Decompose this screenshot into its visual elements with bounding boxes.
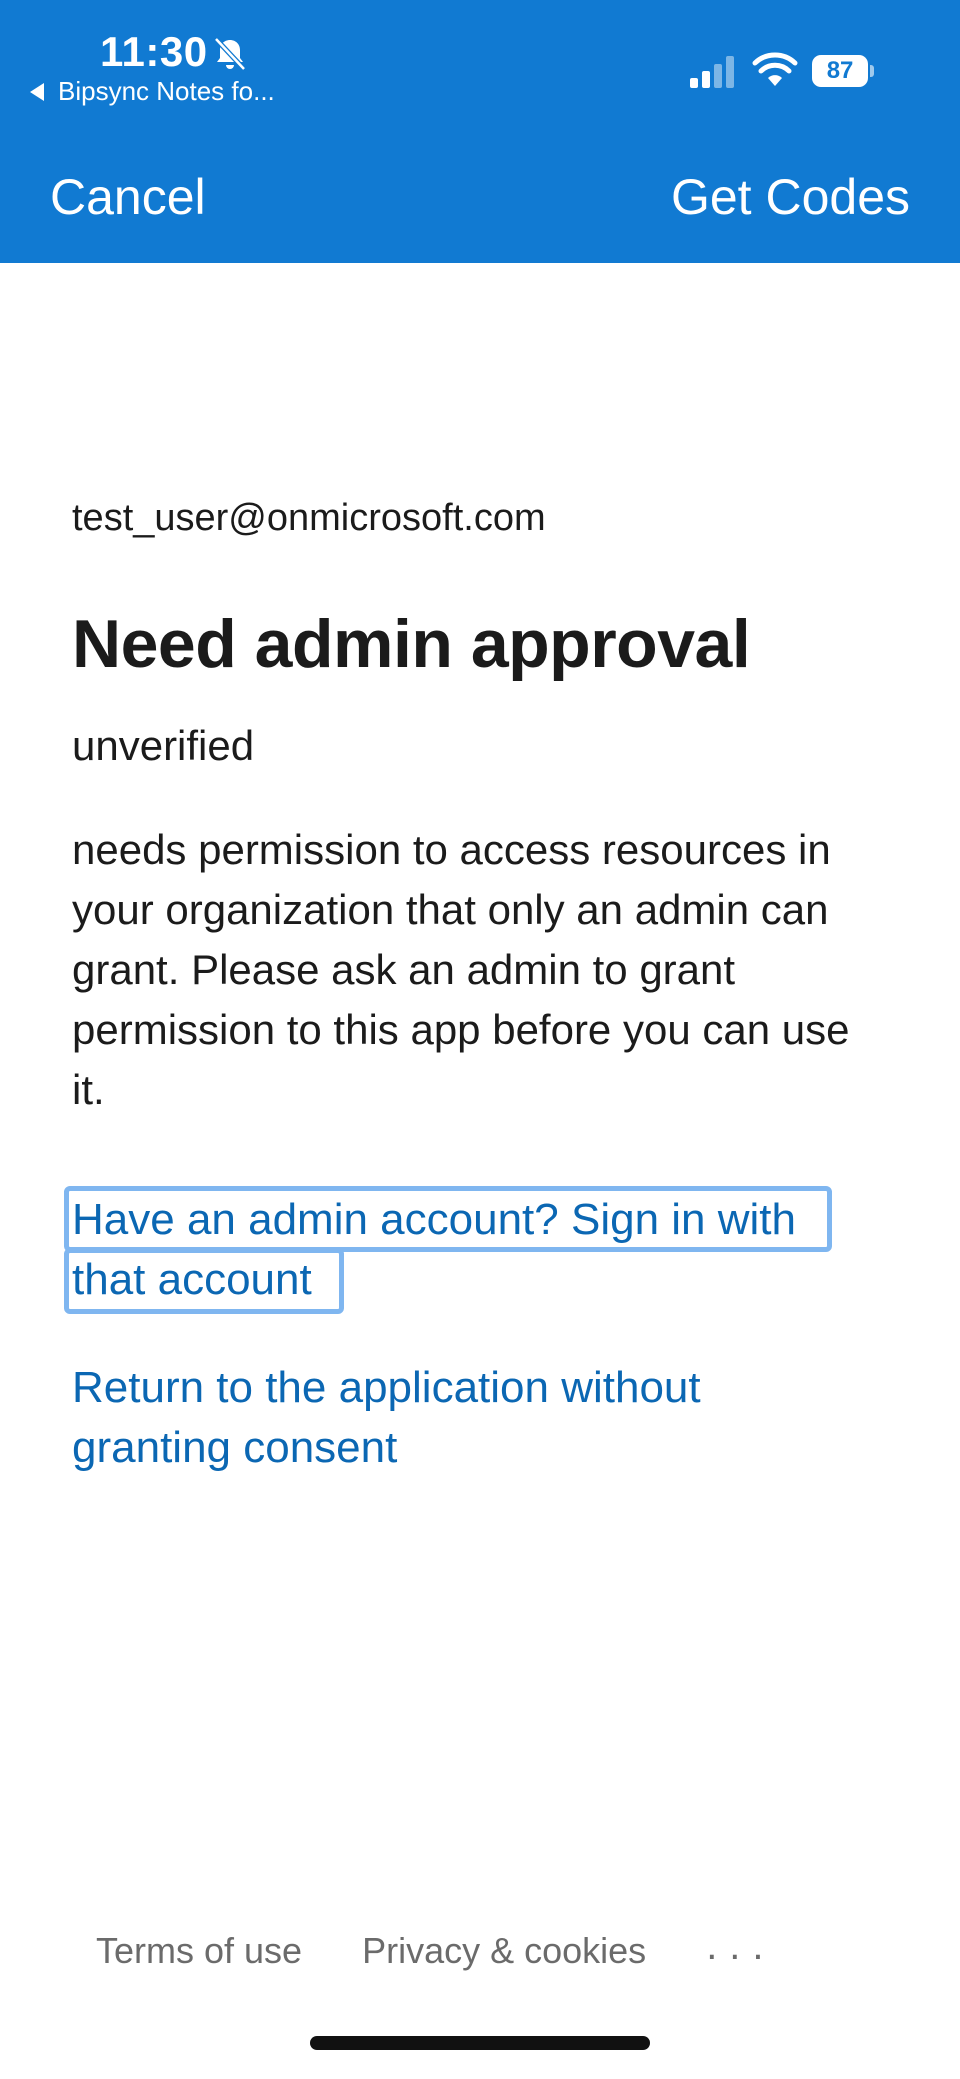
return-without-consent-link[interactable]: Return to the application without granti… (72, 1358, 832, 1478)
get-codes-button[interactable]: Get Codes (671, 168, 910, 226)
screen: 11:30 Bipsync Notes fo... 87 Cancel Get … (0, 0, 960, 2079)
battery-level: 87 (812, 55, 869, 87)
footer: Terms of use Privacy & cookies ... (96, 1924, 776, 1972)
account-email: test_user@onmicrosoft.com (72, 497, 546, 539)
battery-tip (870, 65, 874, 77)
cancel-button[interactable]: Cancel (50, 168, 206, 226)
home-indicator[interactable] (310, 2036, 650, 2050)
permission-message: needs permission to access resources in … (72, 826, 850, 1113)
header-bar: 11:30 Bipsync Notes fo... 87 Cancel Get … (0, 0, 960, 263)
consent-panel: test_user@onmicrosoft.com Need admin app… (64, 490, 892, 1478)
more-options-icon[interactable]: ... (706, 1924, 775, 1969)
admin-signin-link-container: Have an admin account? Sign in with that… (64, 1186, 892, 1314)
status-time: 11:30 (100, 28, 208, 75)
back-arrow-icon (30, 82, 44, 101)
signal-icon (690, 56, 734, 88)
page-title: Need admin approval (72, 606, 751, 682)
bell-slash-icon (214, 37, 246, 71)
back-app-label: Bipsync Notes fo... (58, 76, 275, 106)
battery-icon: 87 (812, 54, 874, 88)
admin-signin-link[interactable]: Have an admin account? Sign in with that… (72, 1190, 872, 1310)
wifi-icon (752, 52, 798, 86)
app-name: unverified (72, 722, 255, 769)
terms-of-use-link[interactable]: Terms of use (96, 1930, 302, 1972)
privacy-cookies-link[interactable]: Privacy & cookies (362, 1930, 646, 1972)
back-to-app-link[interactable]: Bipsync Notes fo... (30, 76, 275, 107)
